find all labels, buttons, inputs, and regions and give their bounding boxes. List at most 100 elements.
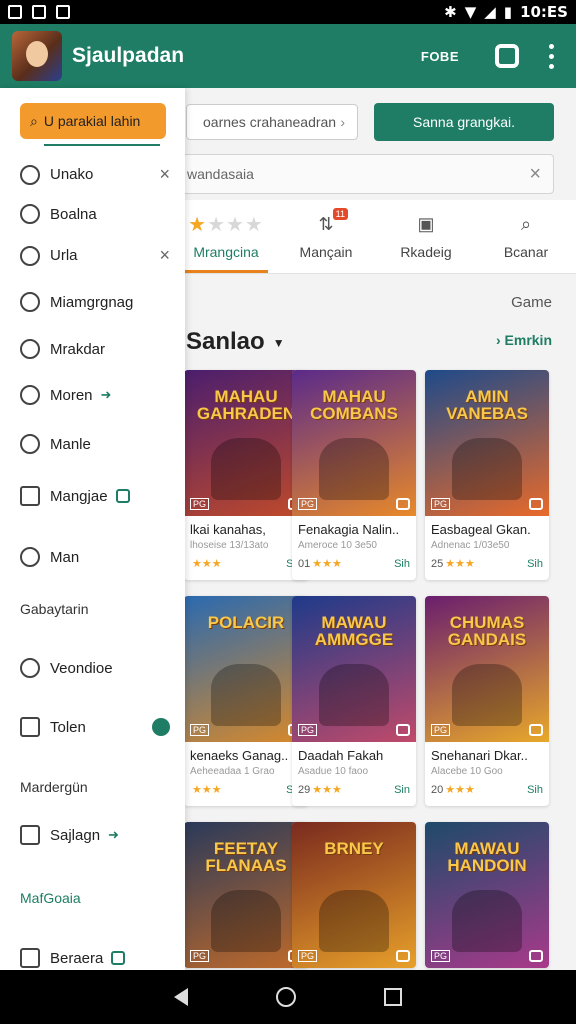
- game-character: [452, 890, 522, 952]
- status-time: 10:ES: [520, 3, 568, 21]
- gear-icon: [20, 339, 40, 359]
- game-score: 25: [431, 557, 444, 570]
- drawer-item[interactable]: Boalna: [20, 204, 170, 224]
- game-price[interactable]: Sin: [394, 784, 410, 796]
- app-logo[interactable]: [12, 31, 62, 81]
- drawer-item[interactable]: Mangjae: [20, 486, 170, 506]
- section-title[interactable]: Sanlao ▼: [186, 328, 285, 356]
- game-subtitle: Ameroce 10 3e50: [298, 540, 377, 551]
- game-card[interactable]: MAWAU AMMGGE PG Daadah Fakah Asadue 10 faoo 2…: [292, 596, 416, 806]
- game-name: lkai kanahas,: [190, 522, 266, 537]
- game-card[interactable]: MAHAU GAHRADEN PG lkai kanahas, lhoseise 13/…: [184, 370, 308, 580]
- controller-icon: [396, 950, 410, 962]
- drawer-item[interactable]: Man: [20, 547, 170, 567]
- game-card[interactable]: CHUMAS GANDAIS PG Snehanari Dkar.. Alacebe 1…: [425, 596, 549, 806]
- game-name: Easbageal Gkan.: [431, 522, 531, 537]
- drawer-pill-label: U parakial lahin: [43, 113, 141, 129]
- drawer-item-label: Beraera: [50, 949, 104, 967]
- search-input[interactable]: wandasaia ×: [176, 154, 554, 194]
- drawer-item[interactable]: Veondioe: [20, 658, 170, 678]
- age-rating-icon: PG: [431, 950, 451, 962]
- person-icon: [20, 434, 40, 454]
- game-card[interactable]: POLACIR PG kenaeks Ganag.. Aeheeadaa 1 Grao…: [184, 596, 308, 806]
- drawer-item-label: Urla: [50, 247, 78, 264]
- tab-ratings[interactable]: ★ ★★★ Mrangcina: [176, 200, 276, 273]
- drawer-item-label: Boalna: [50, 205, 97, 223]
- tab-box[interactable]: ▣ Rkadeig: [376, 200, 476, 273]
- caret-down-icon: ▼: [272, 335, 285, 350]
- drawer-item-label: Mangjae: [50, 487, 108, 505]
- players-icon: ⇅: [318, 214, 334, 234]
- drawer-item[interactable]: Urla ×: [20, 245, 170, 266]
- tab-players[interactable]: ⇅ 11 Mançain: [276, 200, 376, 273]
- section-meta: Game: [511, 294, 552, 311]
- age-rating-icon: PG: [431, 498, 451, 510]
- game-art: CHUMAS GANDAIS PG: [425, 596, 549, 742]
- age-rating-icon: PG: [190, 498, 210, 510]
- star-rating-icon: ★★★: [312, 558, 342, 570]
- game-price[interactable]: Sih: [527, 558, 543, 570]
- frame-icon: [20, 486, 40, 506]
- game-art: MAWAU AMMGGE PG: [292, 596, 416, 742]
- drawer-item-label: Manle: [50, 435, 91, 453]
- game-price[interactable]: Sih: [527, 784, 543, 796]
- drawer-item[interactable]: Unako ×: [20, 164, 170, 185]
- drawer-item[interactable]: Sajlagn ➜: [20, 825, 170, 845]
- arrow-right-icon: ➜: [100, 387, 112, 402]
- drawer-item[interactable]: Moren ➜: [20, 385, 170, 405]
- game-character: [211, 890, 281, 952]
- age-rating-icon: PG: [298, 724, 318, 736]
- recents-icon[interactable]: [384, 988, 402, 1006]
- clear-search-icon[interactable]: ×: [529, 163, 541, 186]
- game-character: [319, 664, 389, 726]
- tab-bar: ★ ★★★ Mrangcina ⇅ 11 Mançain ▣ Rkadeig ⌕ …: [176, 200, 576, 274]
- game-card[interactable]: MAHAU COMBANS PG Fenakagia Nalin.. Ameroce 1…: [292, 370, 416, 580]
- drawer-item[interactable]: Miamgrgnag: [20, 292, 170, 312]
- drawer-item[interactable]: Tolen: [20, 717, 170, 737]
- game-rating-row: 01 ★★★ Sih: [292, 551, 416, 571]
- drawer-item[interactable]: Manle: [20, 434, 170, 454]
- appbar-action-button[interactable]: FOBE: [421, 49, 459, 64]
- primary-button[interactable]: Sanna grangkai.: [374, 103, 554, 141]
- game-card[interactable]: AMIN VANEBAS PG Easbageal Gkan. Adnenac 1/03…: [425, 370, 549, 580]
- more-options-icon[interactable]: [549, 43, 554, 69]
- drawer-section-heading: Mardergün: [20, 779, 88, 795]
- chevron-right-icon: ›: [340, 114, 345, 130]
- search-icon: ⌕: [520, 214, 532, 234]
- game-price[interactable]: Sih: [394, 558, 410, 570]
- drawer-item-label: Moren: [50, 386, 93, 404]
- game-card[interactable]: FEETAYFLANAASPG★★★: [184, 822, 308, 968]
- drawer-item[interactable]: Beraera: [20, 948, 170, 968]
- age-rating-icon: PG: [298, 950, 318, 962]
- see-more-link[interactable]: › Emrkin: [496, 332, 552, 348]
- tab-search[interactable]: ⌕ Bcanar: [476, 200, 576, 273]
- game-character: [319, 438, 389, 500]
- drawer-item-label: Miamgrgnag: [50, 293, 134, 311]
- tab-label: Rkadeig: [400, 243, 452, 260]
- back-icon[interactable]: [174, 988, 188, 1006]
- status-dot-icon: [152, 718, 170, 736]
- drawer-divider: [44, 144, 160, 146]
- card-icon: [20, 717, 40, 737]
- app-title: Sjaulpadan: [72, 44, 185, 67]
- game-character: [452, 664, 522, 726]
- filter-dropdown[interactable]: oarnes crahaneadran ›: [186, 104, 358, 140]
- game-name: kenaeks Ganag..: [190, 748, 289, 763]
- bell-icon: [20, 245, 40, 266]
- g-icon[interactable]: [495, 44, 519, 68]
- star-rating-icon: ★★★: [445, 784, 475, 796]
- game-art: MAWAU HANDOIN PG: [425, 822, 549, 968]
- close-icon[interactable]: ×: [159, 164, 170, 185]
- controller-icon: [396, 724, 410, 736]
- drawer-search-pill[interactable]: ⌕ U parakial lahin: [20, 103, 166, 139]
- game-card[interactable]: MAWAUHANDOINPG★★★: [425, 822, 549, 968]
- home-icon[interactable]: [276, 987, 296, 1007]
- app-bar: Sjaulpadan FOBE: [0, 24, 576, 88]
- drawer-item[interactable]: Mrakdar: [20, 339, 170, 359]
- game-character: [452, 438, 522, 500]
- game-name: Snehanari Dkar..: [431, 748, 528, 763]
- chevron-right-icon: ›: [495, 332, 501, 348]
- close-icon[interactable]: ×: [159, 245, 170, 266]
- game-card[interactable]: BRNEYPG★★★: [292, 822, 416, 968]
- game-rating-row: 25 ★★★ Sih: [425, 551, 549, 571]
